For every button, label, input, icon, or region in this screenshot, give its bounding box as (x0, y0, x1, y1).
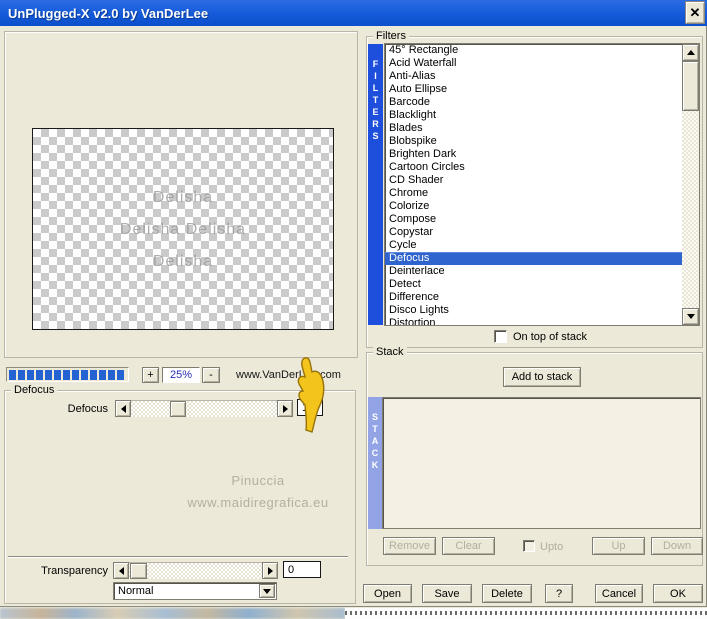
defocus-slider-right-icon[interactable] (277, 400, 293, 417)
progress-segment (99, 369, 106, 380)
filter-item[interactable]: Distortion (385, 317, 682, 325)
preview-image[interactable]: Delisha Delisha Delisha Delisha (32, 128, 334, 330)
filters-group-title: Filters (373, 30, 409, 42)
transparency-slider-left-icon[interactable] (113, 562, 129, 579)
progress-segment (18, 369, 25, 380)
progress-segment (27, 369, 34, 380)
upto-checkbox[interactable] (523, 540, 535, 552)
filter-item[interactable]: Chrome (385, 187, 682, 200)
defocus-slider-thumb[interactable] (170, 401, 186, 417)
filters-list[interactable]: 45° Rectangle Acid Waterfall Anti-Alias Aut… (384, 43, 700, 326)
stack-strip: STACK (368, 397, 382, 529)
add-to-stack-button[interactable]: Add to stack (503, 367, 581, 387)
progress-segment (63, 369, 70, 380)
blend-mode-value: Normal (118, 585, 154, 597)
filters-strip: FILTERS (368, 44, 383, 325)
clear-button[interactable]: Clear (442, 537, 495, 555)
transparency-label: Transparency (41, 565, 108, 577)
titlebar[interactable]: UnPlugged-X v2.0 by VanDerLee (0, 0, 707, 26)
unpluggedx-dialog: UnPlugged-X v2.0 by VanDerLee ✕ Delisha … (0, 0, 707, 607)
hand-cursor-icon (297, 357, 325, 433)
author-watermark-site: www.maidiregrafica.eu (187, 495, 329, 510)
filter-item[interactable]: Defocus (385, 252, 682, 265)
save-button[interactable]: Save (422, 584, 472, 603)
defocus-group-title: Defocus (11, 384, 58, 396)
separator (8, 556, 348, 558)
filter-item[interactable]: Auto Ellipse (385, 83, 682, 96)
help-button[interactable]: ? (545, 584, 573, 603)
filter-item[interactable]: Brighten Dark (385, 148, 682, 161)
filters-list-rows: 45° Rectangle Acid Waterfall Anti-Alias Aut… (385, 44, 682, 325)
defocus-slider-label: Defocus (67, 403, 108, 415)
progress-segment (108, 369, 115, 380)
upto-label: Upto (540, 541, 564, 553)
progress-segment (9, 369, 16, 380)
progress-segment (45, 369, 52, 380)
ok-button[interactable]: OK (653, 584, 703, 603)
blend-mode-select[interactable]: Normal (113, 582, 277, 600)
progress-segment (36, 369, 43, 380)
transparency-value-input[interactable] (283, 561, 321, 578)
open-button[interactable]: Open (363, 584, 412, 603)
filter-item[interactable]: CD Shader (385, 174, 682, 187)
filter-item[interactable]: Deinterlace (385, 265, 682, 278)
filter-item[interactable]: Blobspike (385, 135, 682, 148)
author-watermark-name: Pinuccia (231, 473, 285, 488)
stack-list[interactable] (382, 397, 701, 529)
progress-segment (72, 369, 79, 380)
on-top-of-stack-checkbox[interactable] (494, 330, 507, 343)
filter-item[interactable]: Copystar (385, 226, 682, 239)
defocus-slider-left-icon[interactable] (115, 400, 131, 417)
zoom-out-button[interactable]: - (202, 367, 220, 383)
desktop-background (0, 608, 707, 619)
preview-watermark-line: Delisha (152, 253, 214, 270)
close-icon[interactable]: ✕ (685, 1, 705, 24)
scroll-up-icon[interactable] (682, 44, 699, 61)
remove-button[interactable]: Remove (383, 537, 436, 555)
down-button[interactable]: Down (651, 537, 703, 555)
filter-item[interactable]: Blacklight (385, 109, 682, 122)
filter-item[interactable]: Blades (385, 122, 682, 135)
author-watermark: Pinuccia www.maidiregrafica.eu (160, 470, 356, 514)
filter-item[interactable]: Anti-Alias (385, 70, 682, 83)
scroll-down-icon[interactable] (682, 308, 699, 325)
window-title: UnPlugged-X v2.0 by VanDerLee (8, 5, 209, 21)
transparency-slider-track[interactable] (129, 562, 262, 579)
filter-item[interactable]: Barcode (385, 96, 682, 109)
desktop-window-right (345, 608, 707, 619)
filter-item[interactable]: Disco Lights (385, 304, 682, 317)
filter-item[interactable]: Compose (385, 213, 682, 226)
zoom-in-button[interactable]: + (142, 367, 159, 383)
filter-item[interactable]: Detect (385, 278, 682, 291)
filter-item[interactable]: Cycle (385, 239, 682, 252)
delete-button[interactable]: Delete (482, 584, 532, 603)
filter-item[interactable]: Colorize (385, 200, 682, 213)
progress-segment (117, 369, 124, 380)
preview-watermark-line: Delisha (152, 189, 214, 206)
filter-item[interactable]: Acid Waterfall (385, 57, 682, 70)
stack-group-title: Stack (373, 346, 407, 358)
defocus-slider-track[interactable] (131, 400, 277, 417)
progress-segment (90, 369, 97, 380)
transparency-slider-thumb[interactable] (130, 563, 147, 579)
cancel-button[interactable]: Cancel (595, 584, 643, 603)
progress-segment (54, 369, 61, 380)
desktop-wallpaper-left (0, 608, 345, 619)
chevron-down-icon[interactable] (259, 584, 275, 598)
up-button[interactable]: Up (592, 537, 645, 555)
preview-panel: Delisha Delisha Delisha Delisha (4, 31, 358, 358)
progress-segment (81, 369, 88, 380)
render-progress-bar (6, 367, 129, 382)
transparency-slider-right-icon[interactable] (262, 562, 278, 579)
scrollbar-thumb[interactable] (682, 61, 699, 111)
screen: UnPlugged-X v2.0 by VanDerLee ✕ Delisha … (0, 0, 707, 619)
preview-watermark-line: Delisha Delisha (119, 221, 247, 238)
filters-scrollbar[interactable] (682, 44, 699, 325)
on-top-of-stack-label: On top of stack (513, 331, 587, 343)
filter-item[interactable]: Difference (385, 291, 682, 304)
filter-item[interactable]: Cartoon Circles (385, 161, 682, 174)
filter-item[interactable]: 45° Rectangle (385, 44, 682, 57)
zoom-level-field: 25% (162, 367, 200, 383)
